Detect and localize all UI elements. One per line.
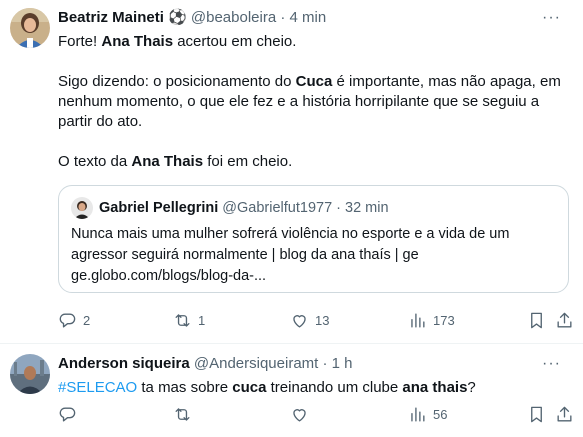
repost-button[interactable] (173, 402, 192, 426)
bold-text: Cuca (295, 73, 333, 90)
tweet-actions: 2 1 13 173 (58, 308, 573, 332)
share-icon (557, 406, 572, 422)
bookmark-button[interactable] (527, 308, 546, 332)
views-button[interactable]: 56 (408, 402, 447, 426)
quoted-line: agressor seguirá normalmente | blog da a… (71, 247, 419, 263)
author-name[interactable]: Anderson siqueira (58, 355, 190, 372)
bold-text: ana thais (402, 379, 468, 396)
tweet-actions: 56 (58, 402, 573, 426)
views-count: 56 (433, 406, 448, 422)
soccer-ball-icon: ⚽ (168, 9, 187, 26)
author-name[interactable]: Beatriz Maineti (58, 9, 164, 26)
like-count: 13 (315, 312, 330, 328)
share-button[interactable] (555, 402, 574, 426)
tweet[interactable]: Anderson siqueira @Andersiqueiramt · 1 h… (0, 344, 583, 437)
views-icon (411, 406, 425, 422)
views-count: 173 (433, 312, 455, 328)
timestamp[interactable]: · 1 h (323, 355, 353, 372)
bookmark-icon (531, 312, 542, 328)
quoted-text: Nunca mais uma mulher sofrerá violência … (71, 224, 556, 287)
quoted-tweet[interactable]: Gabriel Pellegrini @Gabrielfut1977 · 32 … (58, 185, 569, 293)
quoted-header: Gabriel Pellegrini @Gabrielfut1977 · 32 … (99, 198, 389, 218)
timestamp[interactable]: · 4 min (280, 9, 326, 26)
tweet-text: Forte! Ana Thais acertou em cheio. Sigo d… (58, 32, 569, 172)
avatar[interactable] (10, 354, 50, 394)
views-icon (411, 312, 425, 328)
repost-icon (175, 313, 190, 327)
tweet-paragraph: Sigo dizendo: o posicionamento do Cuca é… (58, 73, 561, 130)
share-button[interactable] (555, 308, 574, 332)
reply-icon (59, 312, 76, 328)
bookmark-icon (531, 406, 542, 422)
quoted-avatar (71, 197, 93, 219)
bold-text: Ana Thais (131, 153, 204, 170)
reply-icon (59, 406, 76, 422)
tweet-header: Anderson siqueira @Andersiqueiramt · 1 h… (58, 354, 573, 374)
repost-icon (175, 407, 190, 421)
quoted-link[interactable]: ge.globo.com/blogs/blog-da-... (71, 266, 556, 287)
more-options-icon[interactable]: ··· (542, 354, 561, 374)
bold-text: Ana Thais (101, 33, 174, 50)
quoted-timestamp: · 32 min (336, 200, 389, 216)
quoted-author-handle: @Gabrielfut1977 (222, 200, 333, 216)
like-button[interactable]: 13 (290, 308, 329, 332)
author-handle[interactable]: @beaboleira (191, 9, 276, 26)
like-button[interactable] (290, 402, 309, 426)
tweet-paragraph: Forte! Ana Thais acertou em cheio. (58, 33, 297, 50)
tweet-header: Beatriz Maineti ⚽ @beaboleira · 4 min ··… (58, 8, 573, 28)
bookmark-button[interactable] (527, 402, 546, 426)
share-icon (557, 312, 572, 328)
tweet-text: #SELECAO ta mas sobre cuca treinando um … (58, 379, 476, 396)
repost-count: 1 (198, 312, 206, 328)
reply-button[interactable] (58, 402, 77, 426)
tweet[interactable]: Beatriz Maineti ⚽ @beaboleira · 4 min ··… (0, 0, 583, 344)
avatar[interactable] (10, 8, 50, 48)
heart-icon (293, 314, 306, 328)
heart-icon (293, 408, 306, 422)
repost-button[interactable]: 1 (173, 308, 205, 332)
bold-text: cuca (232, 379, 267, 396)
reply-count: 2 (83, 312, 91, 328)
more-options-icon[interactable]: ··· (542, 8, 561, 28)
tweet-paragraph: O texto da Ana Thais foi em cheio. (58, 153, 293, 170)
quoted-line: Nunca mais uma mulher sofrerá violência … (71, 226, 510, 242)
reply-button[interactable]: 2 (58, 308, 90, 332)
hashtag-link[interactable]: #SELECAO (58, 379, 137, 396)
author-handle[interactable]: @Andersiqueiramt (194, 355, 318, 372)
quoted-author-name: Gabriel Pellegrini (99, 200, 219, 216)
views-button[interactable]: 173 (408, 308, 455, 332)
